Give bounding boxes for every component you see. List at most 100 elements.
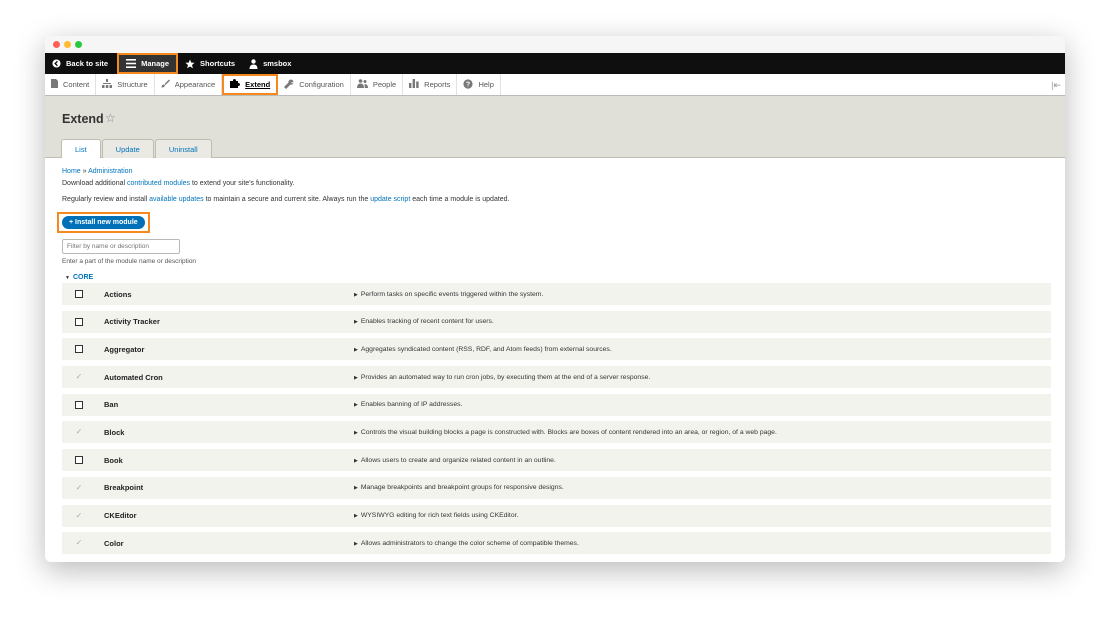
page-title: Extend: [62, 112, 104, 126]
file-icon: [51, 79, 58, 90]
module-checkbox[interactable]: [75, 290, 83, 298]
tray-orientation-toggle-icon[interactable]: |⇤: [1051, 80, 1061, 91]
intro-text: to maintain a secure and current site. A…: [203, 196, 371, 203]
intro-text: to extend your site's functionality.: [190, 180, 295, 187]
install-new-module-button[interactable]: + Install new module: [62, 216, 145, 229]
module-checkbox[interactable]: [75, 456, 83, 465]
install-button-highlight: + Install new module: [57, 212, 150, 233]
page-header: Extend ☆ List Update Uninstall: [45, 96, 1065, 158]
paintbrush-icon: [161, 79, 170, 90]
module-description[interactable]: ▶ Aggregates syndicated content (RSS, RDF…: [354, 346, 612, 353]
back-to-site-link[interactable]: Back to site: [45, 53, 115, 74]
breadcrumb-administration[interactable]: Administration: [88, 168, 132, 175]
primary-tabs: List Update Uninstall: [61, 139, 213, 158]
triangle-right-icon: ▶: [354, 540, 358, 547]
tray-item-extend[interactable]: Extend: [222, 74, 279, 95]
shortcuts-button[interactable]: Shortcuts: [178, 53, 242, 74]
browser-window: Back to site Manage Shortcuts smsbox Con…: [45, 36, 1065, 562]
tray-item-content[interactable]: Content: [45, 74, 97, 95]
module-checkbox[interactable]: [75, 317, 83, 326]
tab-update[interactable]: Update: [101, 139, 154, 158]
module-description[interactable]: ▶ Provides an automated way to run cron j…: [354, 374, 650, 381]
module-filter-input[interactable]: [62, 239, 180, 254]
tray-item-people[interactable]: People: [351, 74, 404, 95]
minimize-window-button[interactable]: [64, 41, 71, 48]
tray-item-help[interactable]: ? Help: [457, 74, 501, 95]
module-row: Actions ▶ Perform tasks on specific events…: [62, 283, 1051, 305]
intro-text: Regularly review and install: [62, 196, 150, 203]
maximize-window-button[interactable]: [75, 41, 82, 48]
module-description-text: Allows users to create and organize rela…: [360, 456, 556, 464]
module-name[interactable]: CKEditor: [104, 511, 354, 520]
people-icon: [356, 79, 368, 90]
module-description[interactable]: ▶ Manage breakpoints and breakpoint group…: [354, 484, 564, 491]
module-name[interactable]: Block: [104, 428, 354, 437]
module-description-text: Manage breakpoints and breakpoint groups…: [360, 484, 564, 492]
breadcrumb-home[interactable]: Home: [62, 168, 81, 175]
breadcrumb: Home » Administration: [62, 168, 1051, 175]
manage-button[interactable]: Manage: [117, 53, 179, 74]
triangle-right-icon: ▶: [354, 485, 358, 492]
module-checkbox[interactable]: [75, 400, 83, 409]
module-name[interactable]: Color: [104, 539, 354, 548]
tray-item-structure[interactable]: Structure: [96, 74, 155, 95]
module-description[interactable]: ▶ Enables banning of IP addresses.: [354, 401, 462, 408]
tray-item-label: Help: [478, 80, 494, 89]
close-window-button[interactable]: [53, 41, 60, 48]
help-icon: ?: [463, 78, 474, 91]
module-description-text: Enables tracking of recent content for u…: [360, 318, 494, 326]
module-checkbox[interactable]: [75, 345, 83, 354]
tray-item-reports[interactable]: Reports: [403, 74, 458, 95]
module-description[interactable]: ▶ Enables tracking of recent content for …: [354, 318, 494, 325]
tray-item-appearance[interactable]: Appearance: [155, 74, 223, 95]
module-description-text: Enables banning of IP addresses.: [360, 401, 463, 409]
user-icon: [249, 58, 258, 69]
user-label: smsbox: [263, 59, 292, 68]
module-description[interactable]: ▶ WYSIWYG editing for rich text fields us…: [354, 512, 518, 519]
core-label: CORE: [72, 274, 94, 281]
hamburger-icon: [126, 59, 137, 68]
module-description-text: Controls the visual building blocks a pa…: [360, 428, 777, 436]
tab-list[interactable]: List: [61, 139, 101, 158]
admin-toolbar: Back to site Manage Shortcuts smsbox: [45, 53, 1065, 74]
module-name[interactable]: Book: [104, 456, 354, 465]
filter-description: Enter a part of the module name or descr…: [62, 258, 197, 265]
breadcrumb-separator: »: [82, 168, 87, 175]
module-name[interactable]: Actions: [104, 290, 354, 299]
admin-tray: Content Structure Appearance Extend Conf…: [45, 74, 1065, 96]
module-description-text: Perform tasks on specific events trigger…: [360, 290, 544, 298]
module-row: ✓ Breakpoint ▶ Manage breakpoints and break…: [62, 476, 1051, 499]
tray-item-label: Appearance: [174, 80, 216, 89]
module-name[interactable]: Ban: [104, 400, 354, 409]
star-icon[interactable]: ☆: [105, 111, 116, 125]
tab-uninstall[interactable]: Uninstall: [154, 139, 212, 158]
update-script-link[interactable]: update script: [370, 196, 410, 203]
module-checkbox: ✓: [75, 482, 83, 492]
module-name[interactable]: Breakpoint: [104, 483, 354, 492]
tray-item-configuration[interactable]: Configuration: [278, 74, 351, 95]
user-button[interactable]: smsbox: [242, 53, 298, 74]
core-package-toggle[interactable]: ▼ CORE: [65, 274, 1051, 281]
module-name[interactable]: Automated Cron: [104, 373, 354, 382]
module-description[interactable]: ▶ Allows administrators to change the col…: [354, 540, 579, 547]
tray-item-label: Structure: [117, 80, 148, 89]
tray-item-label: Reports: [424, 80, 451, 89]
module-checkbox: ✓: [75, 427, 83, 437]
module-name[interactable]: Aggregator: [104, 345, 354, 354]
module-description[interactable]: ▶ Perform tasks on specific events trigge…: [354, 291, 543, 298]
wrench-icon: [284, 79, 294, 91]
triangle-right-icon: ▶: [354, 457, 358, 464]
module-description[interactable]: ▶ Allows users to create and organize rel…: [354, 457, 556, 464]
contributed-modules-link[interactable]: contributed modules: [127, 180, 190, 187]
module-description[interactable]: ▶ Controls the visual building blocks a p…: [354, 429, 777, 436]
module-description-text: WYSIWYG editing for rich text fields usi…: [360, 512, 519, 519]
back-to-site-label: Back to site: [66, 59, 109, 68]
module-checkbox: ✓: [75, 372, 83, 382]
tray-item-label: People: [372, 80, 397, 89]
module-row: ✓ CKEditor ▶ WYSIWYG editing for rich text …: [62, 504, 1051, 527]
tray-item-label: Content: [63, 80, 90, 89]
module-name[interactable]: Activity Tracker: [104, 317, 354, 326]
module-row: Aggregator ▶ Aggregates syndicated content…: [62, 338, 1051, 361]
triangle-right-icon: ▶: [354, 291, 358, 298]
available-updates-link[interactable]: available updates: [149, 196, 204, 203]
